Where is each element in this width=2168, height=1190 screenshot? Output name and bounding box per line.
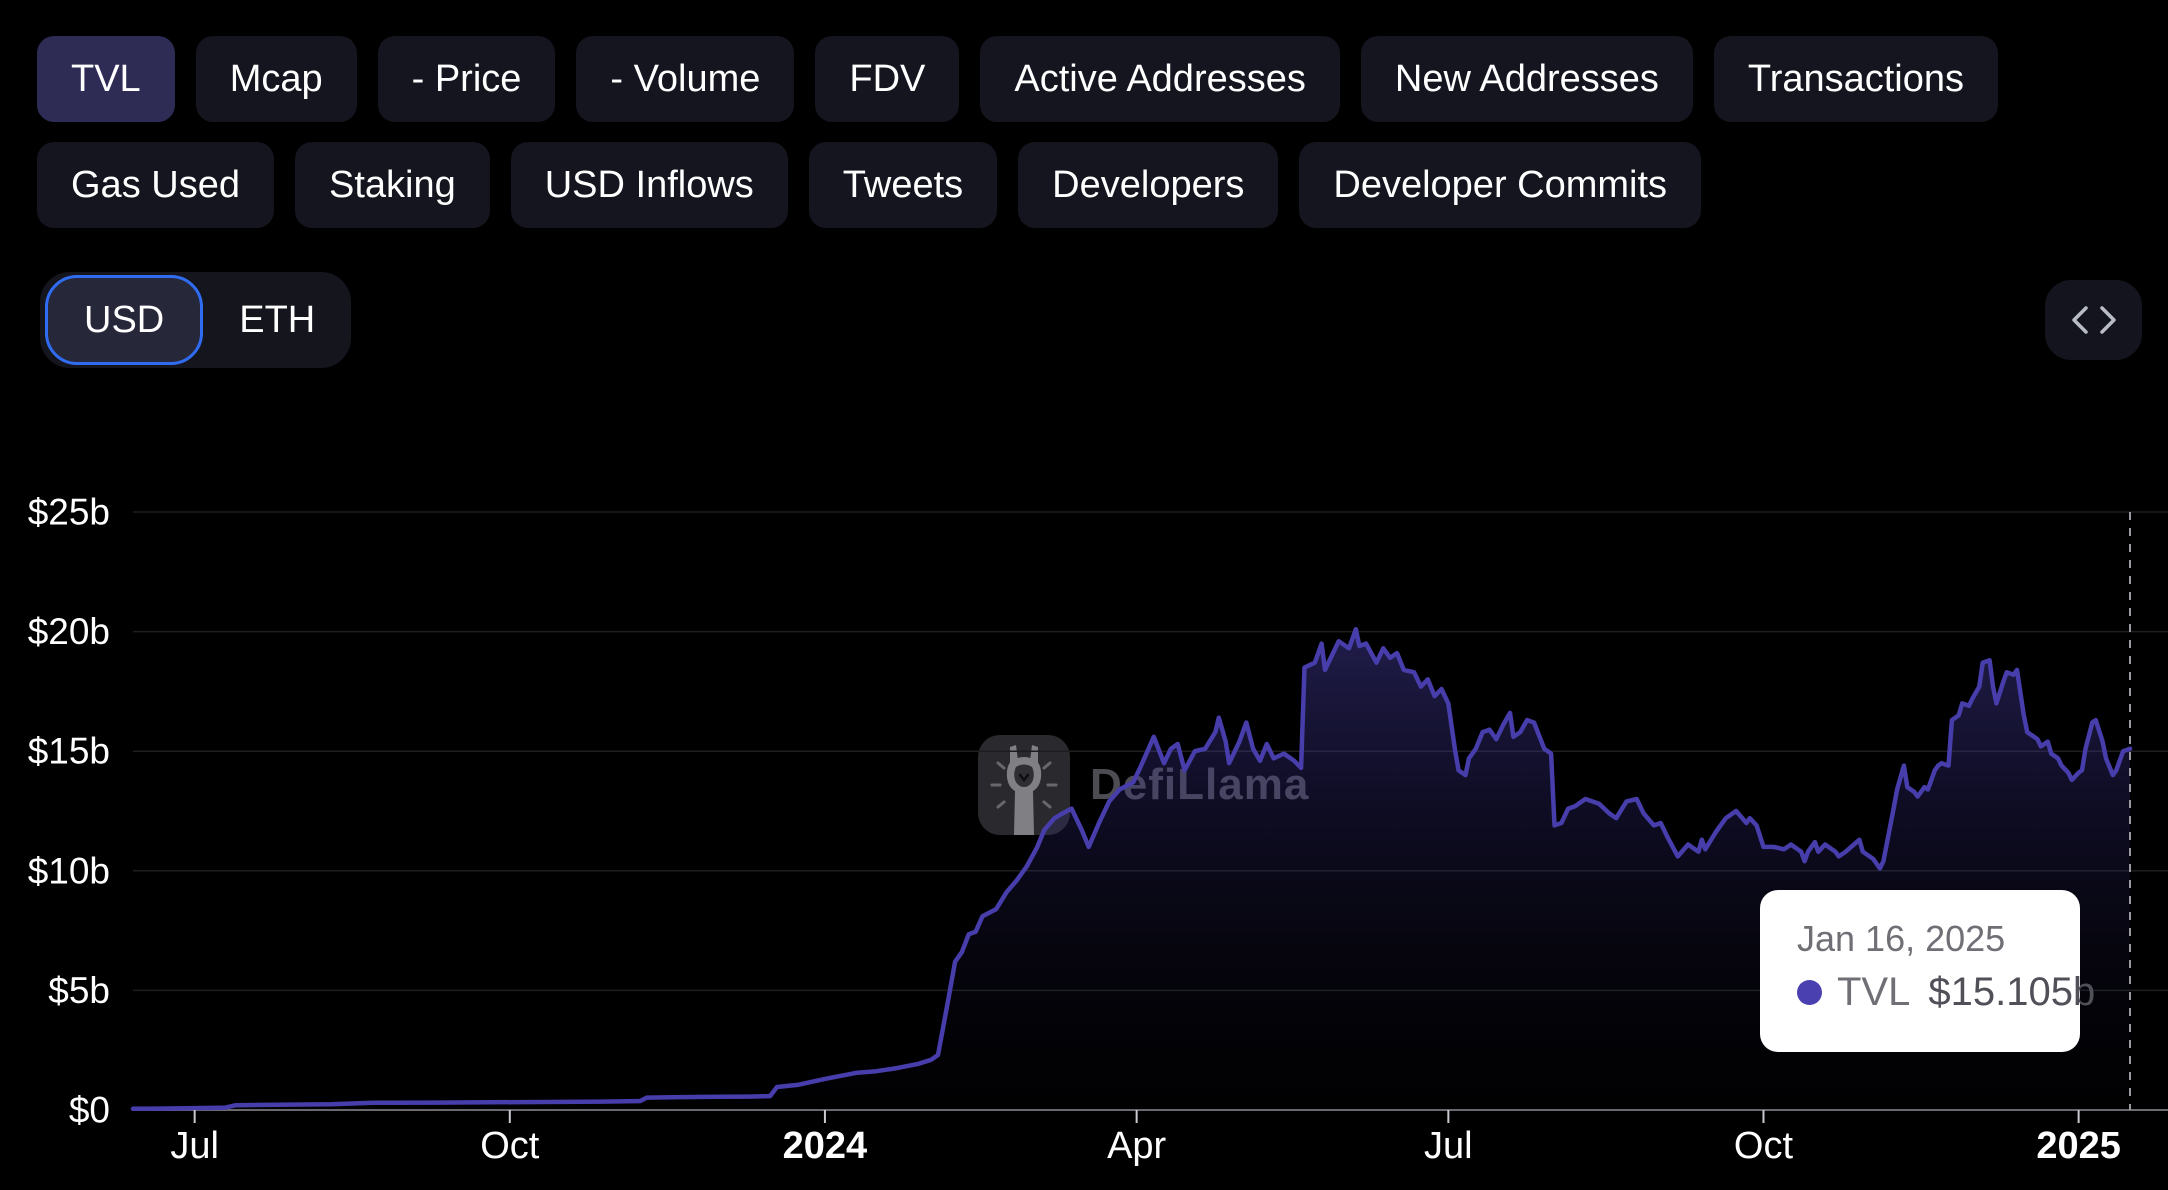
x-axis-label: Jul bbox=[1424, 1125, 1473, 1167]
x-axis-label: Apr bbox=[1107, 1125, 1166, 1167]
y-axis-label: $15b bbox=[28, 731, 110, 772]
chart-tooltip: Jan 16, 2025 TVL $15.105b bbox=[1760, 890, 2095, 1052]
tooltip-series-label: TVL bbox=[1837, 970, 1911, 1014]
tooltip-date: Jan 16, 2025 bbox=[1797, 918, 2006, 959]
y-axis-label: $5b bbox=[48, 970, 110, 1011]
x-axis-label: Jul bbox=[170, 1125, 219, 1167]
x-axis-label: Oct bbox=[1734, 1125, 1794, 1167]
y-axis-label: $0 bbox=[69, 1090, 110, 1131]
series-dot-icon bbox=[1797, 980, 1822, 1005]
x-axis-label: 2024 bbox=[783, 1125, 868, 1167]
x-axis-label: 2025 bbox=[2036, 1125, 2121, 1167]
y-axis-label: $25b bbox=[28, 492, 110, 533]
y-axis-label: $20b bbox=[28, 611, 110, 652]
x-axis-label: Oct bbox=[480, 1125, 540, 1167]
y-axis-label: $10b bbox=[28, 850, 110, 891]
tooltip-series-value: $15.105b bbox=[1928, 970, 2096, 1014]
